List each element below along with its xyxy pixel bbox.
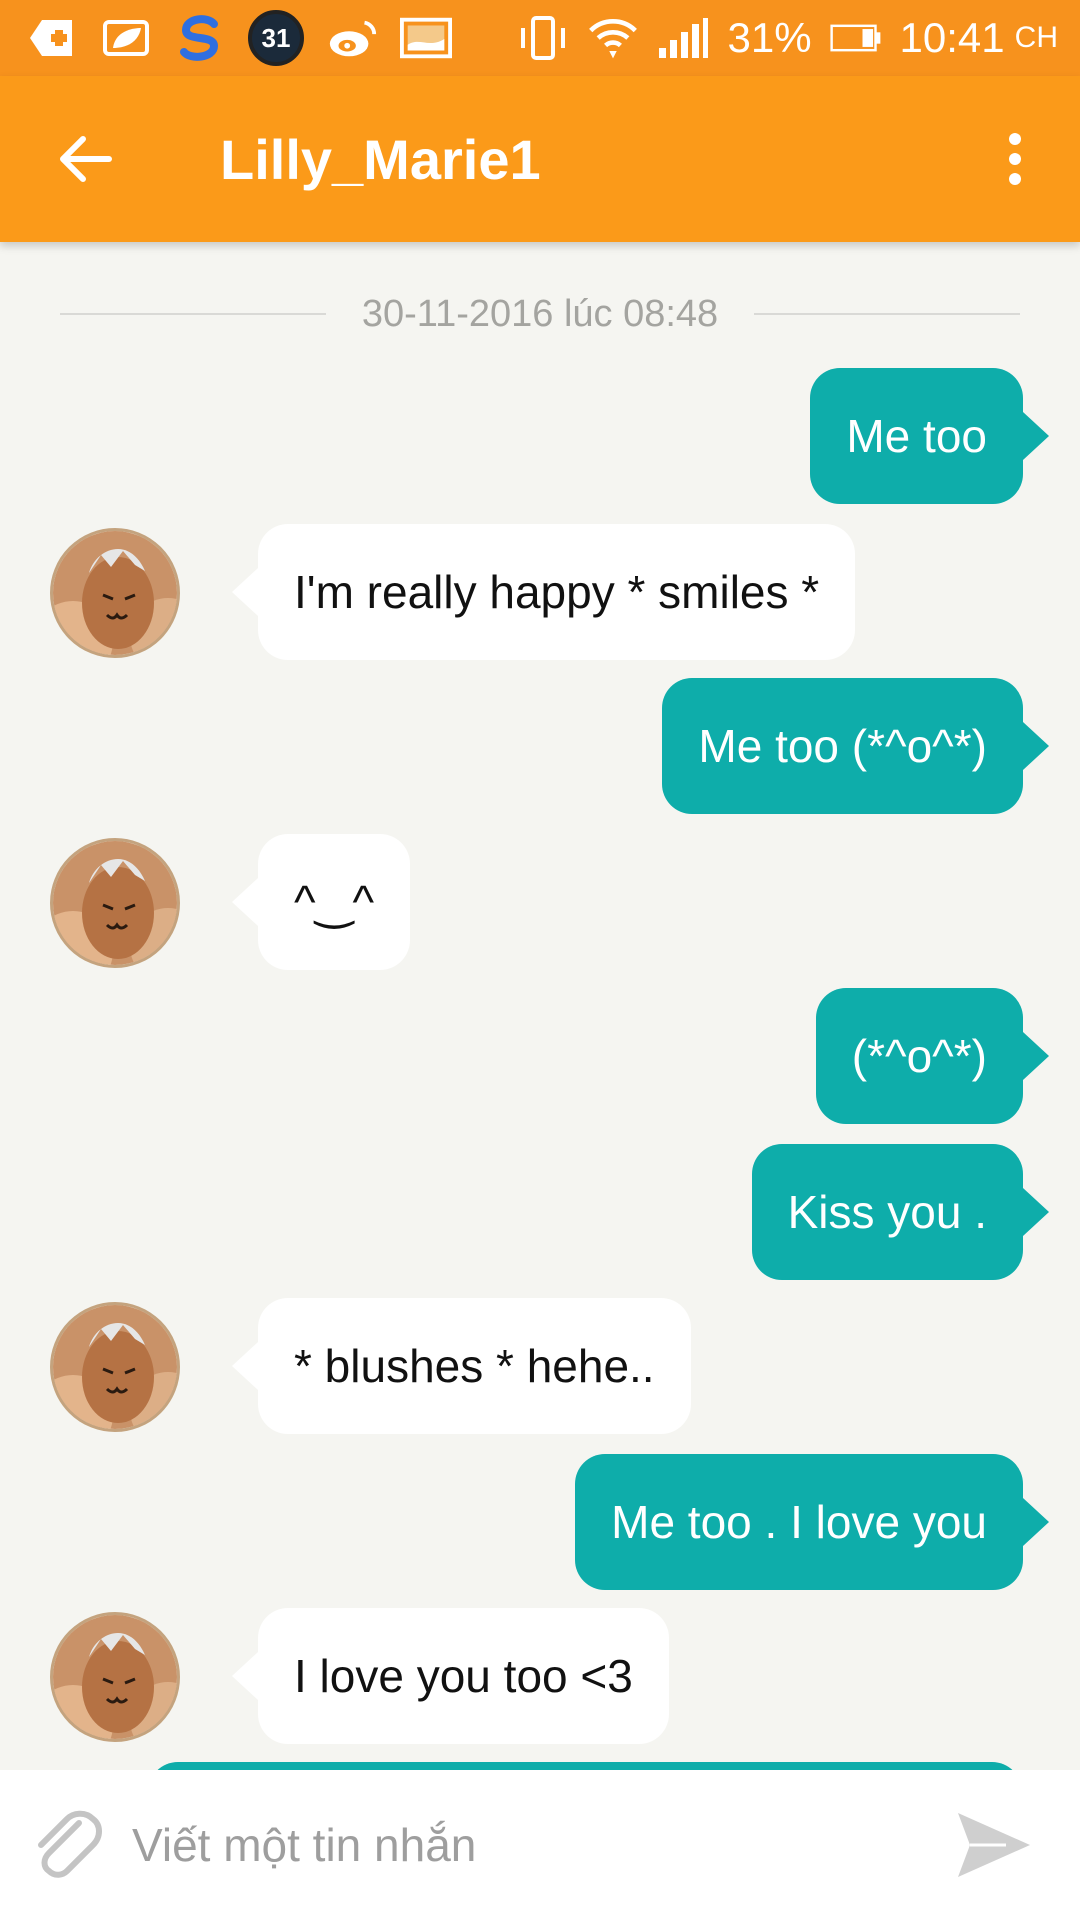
contact-avatar[interactable]: [50, 528, 180, 658]
calendar-badge-icon: 31: [248, 10, 304, 66]
chat-title: Lilly_Marie1: [220, 127, 541, 191]
image-icon: [400, 14, 452, 62]
status-bar: 31 31% 10:41 CH: [0, 0, 1080, 76]
message-input[interactable]: [132, 1818, 944, 1872]
message-bubble-received[interactable]: ^‿^: [258, 834, 411, 970]
message-bubble-sent[interactable]: Me too: [810, 368, 1023, 504]
egg-avatar-icon: [53, 531, 177, 655]
battery-percent: 31%: [727, 14, 812, 61]
message-bubble-sent[interactable]: Me too (*^o^*): [662, 678, 1023, 814]
send-icon: [958, 1813, 1030, 1877]
date-label: 30-11-2016 lúc 08:48: [361, 292, 719, 335]
battery-icon: [829, 14, 882, 62]
egg-avatar-icon: [53, 1615, 177, 1739]
arrow-back-icon: [60, 136, 112, 182]
message-bubble-sent[interactable]: Me too . I love you: [575, 1454, 1023, 1590]
message-bubble-sent[interactable]: (*^o^*): [815, 988, 1023, 1124]
divider: [754, 313, 1020, 315]
leaf-icon: [100, 14, 152, 62]
add-icon: [26, 14, 78, 62]
divider: [60, 313, 326, 315]
overflow-menu-button[interactable]: [980, 104, 1050, 214]
message-bubble-received[interactable]: * blushes * hehe..: [258, 1298, 691, 1434]
vibrate-icon: [517, 14, 569, 62]
egg-avatar-icon: [53, 841, 177, 965]
status-period: CH: [1014, 21, 1058, 54]
signal-icon: [657, 14, 709, 62]
attach-button[interactable]: [22, 1800, 112, 1890]
egg-avatar-icon: [53, 1305, 177, 1429]
message-composer: [0, 1770, 1080, 1920]
more-vertical-icon: [1009, 133, 1021, 185]
back-button[interactable]: [30, 104, 140, 214]
message-bubble-received[interactable]: I'm really happy * smiles *: [258, 524, 856, 660]
app-bar: Lilly_Marie1: [0, 76, 1080, 242]
wifi-icon: [587, 14, 639, 62]
send-button[interactable]: [944, 1795, 1044, 1895]
s-app-icon: [174, 14, 226, 62]
status-time: 10:41: [899, 14, 1005, 61]
message-bubble-sent[interactable]: Kiss you .: [751, 1144, 1023, 1280]
contact-avatar[interactable]: [50, 838, 180, 968]
date-separator: 30-11-2016 lúc 08:48: [60, 290, 1020, 338]
contact-avatar[interactable]: [50, 1302, 180, 1432]
contact-avatar[interactable]: [50, 1612, 180, 1742]
message-bubble-received[interactable]: I love you too <3: [258, 1608, 669, 1744]
paperclip-icon: [38, 1810, 102, 1878]
weibo-icon: [326, 14, 378, 62]
